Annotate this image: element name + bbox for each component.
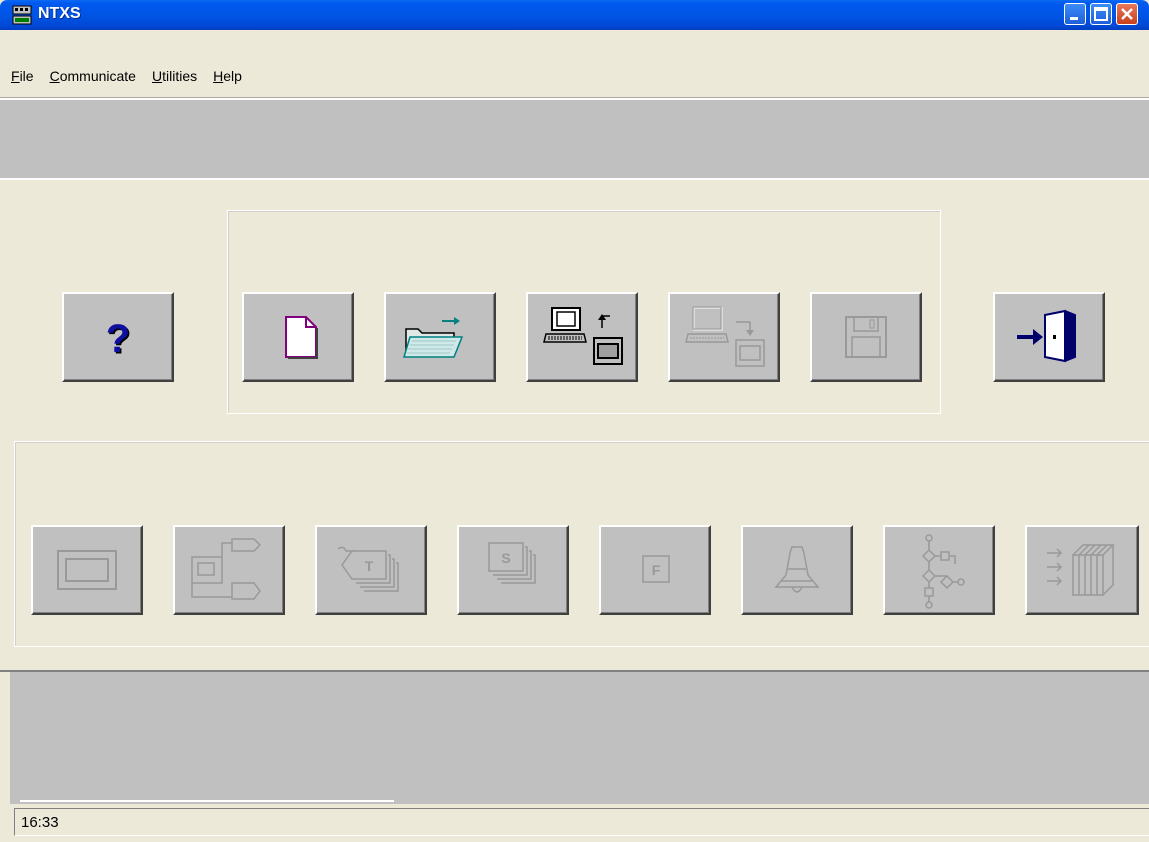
menu-help[interactable]: Help (205, 62, 250, 90)
window-title: NTXS (38, 5, 81, 22)
layout-button[interactable] (173, 525, 285, 615)
band-divider (0, 178, 1149, 180)
open-button[interactable] (384, 292, 496, 382)
network-button[interactable] (883, 525, 995, 615)
bell-icon (774, 546, 820, 593)
tags-button[interactable]: T (315, 525, 427, 615)
archive-button[interactable] (1025, 525, 1139, 615)
exit-door-icon (1017, 309, 1076, 363)
network-icon (921, 534, 965, 609)
toolbar-placeholder-band (0, 100, 1149, 178)
new-button[interactable] (242, 292, 354, 382)
svg-text:?: ? (106, 317, 130, 361)
maximize-icon (1094, 7, 1108, 21)
exit-button[interactable] (993, 292, 1105, 382)
help-button[interactable]: ? ? (62, 292, 174, 382)
send-button[interactable] (668, 292, 780, 382)
menu-file[interactable]: File (8, 62, 42, 90)
computer-receive-icon (543, 307, 623, 365)
close-icon (1121, 8, 1133, 20)
close-button[interactable] (1116, 3, 1138, 25)
archive-icon (1047, 544, 1115, 596)
function-icon: F (642, 555, 670, 583)
svg-text:S: S (501, 550, 510, 566)
tab-edge (20, 800, 394, 802)
function-button[interactable]: F (599, 525, 711, 615)
open-folder-icon (402, 317, 464, 358)
receive-button[interactable] (526, 292, 638, 382)
minimize-button[interactable] (1064, 3, 1086, 25)
question-icon: ? ? (106, 317, 132, 362)
screens-icon: S (488, 542, 536, 584)
new-file-icon (285, 316, 318, 359)
menu-utilities[interactable]: Utilities (144, 62, 205, 90)
floppy-disk-icon (845, 316, 887, 358)
minimize-icon (1070, 17, 1078, 20)
alarm-button[interactable] (741, 525, 853, 615)
screen-icon (57, 550, 117, 590)
screen-button[interactable] (31, 525, 143, 615)
svg-text:T: T (365, 558, 374, 574)
tags-icon: T (337, 546, 399, 592)
menu-bar: File Communicate Utilities Help (8, 62, 250, 90)
maximize-button[interactable] (1090, 3, 1112, 25)
menu-communicate[interactable]: Communicate (42, 62, 144, 90)
status-time: 16:33 (21, 814, 59, 831)
app-icon (12, 5, 32, 25)
workspace-area (10, 672, 1149, 804)
save-button[interactable] (810, 292, 922, 382)
svg-text:F: F (652, 562, 661, 578)
status-bar: 16:33 (14, 808, 1149, 836)
title-bar: NTXS (0, 0, 1149, 30)
screens-button[interactable]: S (457, 525, 569, 615)
computer-send-icon (685, 306, 765, 367)
layout-icon (191, 538, 262, 600)
